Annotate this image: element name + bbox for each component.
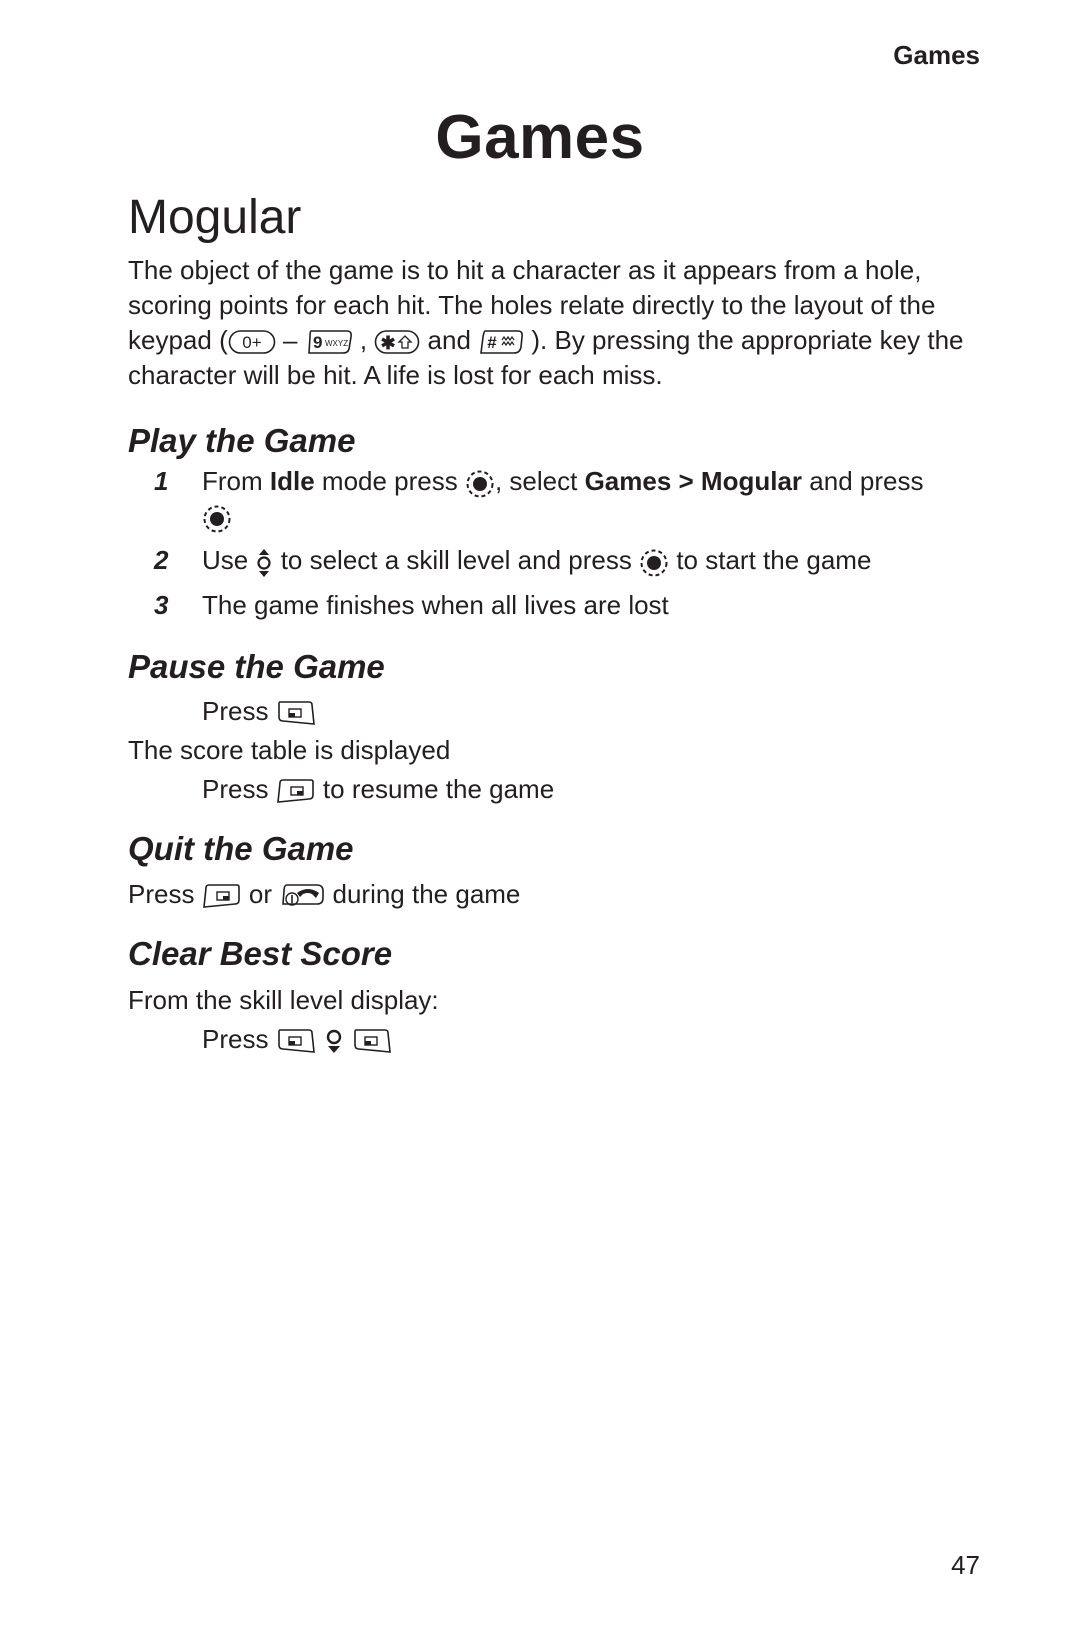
menu-path-label: Games > Mogular xyxy=(584,466,803,497)
press-label: Press xyxy=(202,1024,269,1055)
page-title: Games xyxy=(435,103,645,172)
step-text: and press xyxy=(802,466,924,497)
page-number: 47 xyxy=(951,1550,980,1580)
step-text: mode press xyxy=(314,466,465,497)
press-label: Press xyxy=(202,774,269,805)
intro-text: and xyxy=(420,324,479,355)
during-text: during the game xyxy=(325,878,521,909)
quit-instruction: Press or during the game xyxy=(128,877,998,912)
step-text: The game finishes when all lives are los… xyxy=(202,589,669,620)
key-hash-icon: # xyxy=(478,329,524,355)
step-number: 1 xyxy=(154,466,169,497)
svg-text:#: # xyxy=(487,333,497,352)
left-softkey-icon xyxy=(276,1027,316,1055)
svg-text:WXYZ: WXYZ xyxy=(325,339,348,348)
heading-pause-the-game: Pause the Game xyxy=(128,647,385,685)
pause-instruction: Press xyxy=(128,694,998,729)
intro-paragraph: The object of the game is to hit a chara… xyxy=(128,253,998,393)
step-number: 2 xyxy=(154,545,169,576)
or-text: or xyxy=(241,878,280,909)
step-text: , select xyxy=(494,466,585,497)
select-key-icon xyxy=(465,469,495,499)
intro-text: – xyxy=(275,324,305,355)
svg-text:9: 9 xyxy=(313,333,322,352)
step-text: From xyxy=(202,466,270,497)
step-text: to select a skill level and press xyxy=(273,545,640,576)
select-key-icon xyxy=(202,504,232,534)
select-key-icon xyxy=(639,548,669,578)
left-softkey-icon xyxy=(352,1027,392,1055)
heading-quit-the-game: Quit the Game xyxy=(128,830,354,868)
right-softkey-icon xyxy=(202,882,242,910)
step-3: 3 The game finishes when all lives are l… xyxy=(128,588,998,623)
key-0-icon: 0+ xyxy=(228,329,276,355)
svg-text:0+: 0+ xyxy=(242,333,261,352)
press-label: Press xyxy=(128,878,202,909)
resume-text: to resume the game xyxy=(315,774,555,805)
press-label: Press xyxy=(202,696,269,727)
skill-level-text: From the skill level display: xyxy=(128,985,439,1016)
key-9-icon: 9 WXYZ xyxy=(305,329,353,355)
step-text: Use xyxy=(202,545,256,576)
step-2: 2 Use to select a skill level and press … xyxy=(128,543,998,578)
section-title: Mogular xyxy=(128,191,302,244)
heading-play-the-game: Play the Game xyxy=(128,421,356,459)
score-table-text: The score table is displayed xyxy=(128,735,451,766)
play-steps: 1 From Idle mode press , select Games > … xyxy=(128,464,998,622)
step-text: to start the game xyxy=(669,545,872,576)
key-star-icon: ✱ xyxy=(374,329,420,355)
navigation-up-down-icon xyxy=(255,547,273,579)
heading-clear-best-score: Clear Best Score xyxy=(128,934,393,972)
clear-instruction: Press xyxy=(128,1022,998,1057)
navigation-down-icon xyxy=(323,1026,345,1056)
svg-text:✱: ✱ xyxy=(381,333,396,353)
step-number: 3 xyxy=(154,589,169,620)
step-1: 1 From Idle mode press , select Games > … xyxy=(128,464,998,534)
idle-mode-label: Idle xyxy=(269,466,315,497)
left-softkey-icon xyxy=(276,699,316,727)
running-head: Games xyxy=(893,40,980,70)
page-content: Mogular The object of the game is to hit… xyxy=(128,191,998,1057)
resume-instruction: Press to resume the game xyxy=(128,772,998,807)
right-softkey-icon xyxy=(276,777,316,805)
end-call-key-icon xyxy=(279,882,325,910)
intro-text: , xyxy=(352,324,375,355)
